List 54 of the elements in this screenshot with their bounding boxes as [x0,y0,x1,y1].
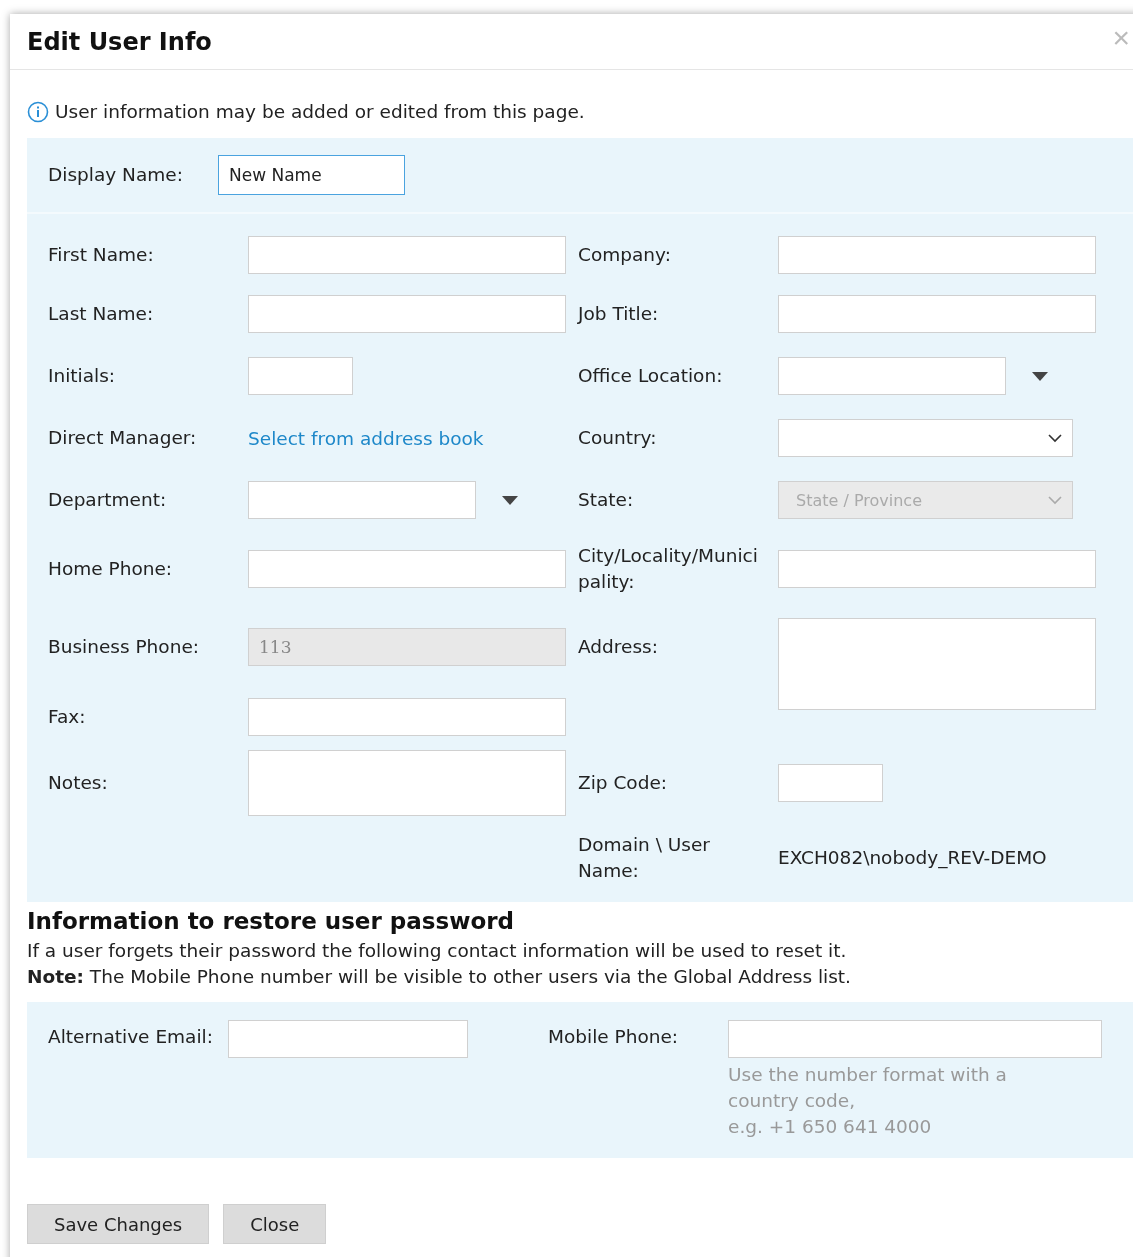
field-label: Department: [48,488,167,512]
field-label: Fax: [48,705,86,729]
field-hint: Use the number format with a country code, e.g. +1 650 641 4000 [728,1063,1008,1139]
address-book-link[interactable]: Select from address book [248,427,484,449]
save-button[interactable]: Save Changes [27,1204,210,1244]
combo-field[interactable] [248,481,476,519]
field-label: Home Phone: [48,557,173,581]
info-icon [27,101,49,123]
field-label: Direct Manager: [48,426,197,450]
field-label: Address: [578,635,659,659]
dropdown-arrow-icon[interactable] [1032,371,1048,381]
text-field[interactable] [728,1020,1102,1058]
section-description: If a user forgets their password the following contact information will be used to reset it. [27,939,848,963]
field-label: State: [578,488,635,512]
chevron-down-icon [1048,433,1062,443]
dialog-title: Edit User Info [27,27,212,56]
text-field[interactable] [248,295,566,333]
field-label: City/Locality/Municipality: [578,544,759,594]
field-label: Display Name: [48,163,184,187]
field-label: Job Title: [578,302,660,326]
field-label: Initials: [48,364,116,388]
field-label: Domain \ User Name: [578,833,711,883]
chevron-down-icon [1048,495,1062,505]
select-field[interactable] [778,419,1073,457]
field-label: Office Location: [578,364,724,388]
text-field[interactable] [778,236,1096,274]
display-name-field[interactable]: New Name [218,155,405,195]
field-label: Zip Code: [578,771,669,795]
close-button[interactable]: × [1112,22,1130,53]
field-label: Notes: [48,771,108,795]
text-field[interactable] [778,295,1096,333]
text-field[interactable] [248,236,566,274]
text-area[interactable] [248,750,566,816]
field-label: Business Phone: [48,635,199,659]
combo-field[interactable] [778,357,1006,395]
info-message: User information may be added or edited from this page. [55,100,585,124]
field-label: Mobile Phone: [548,1025,680,1049]
section-heading: Information to restore user password [27,908,516,934]
field-label: Company: [578,243,672,267]
text-field[interactable] [248,357,353,395]
note-text: Note: The Mobile Phone number will be visible to other users via the Global Address list. [27,965,852,989]
text-field[interactable] [228,1020,468,1058]
close-button[interactable]: Close [223,1204,327,1244]
field-label: Last Name: [48,302,154,326]
field-label: First Name: [48,243,154,267]
domain-user-name: EXCH082\nobody_REV-DEMO [778,846,1047,871]
field-label: Alternative Email: [48,1025,214,1049]
dropdown-arrow-icon[interactable] [502,495,518,505]
text-field[interactable] [778,550,1096,588]
text-field[interactable] [778,764,883,802]
field-label: Country: [578,426,658,450]
text-field[interactable] [248,550,566,588]
text-field[interactable] [248,698,566,736]
text-area[interactable] [778,618,1096,710]
